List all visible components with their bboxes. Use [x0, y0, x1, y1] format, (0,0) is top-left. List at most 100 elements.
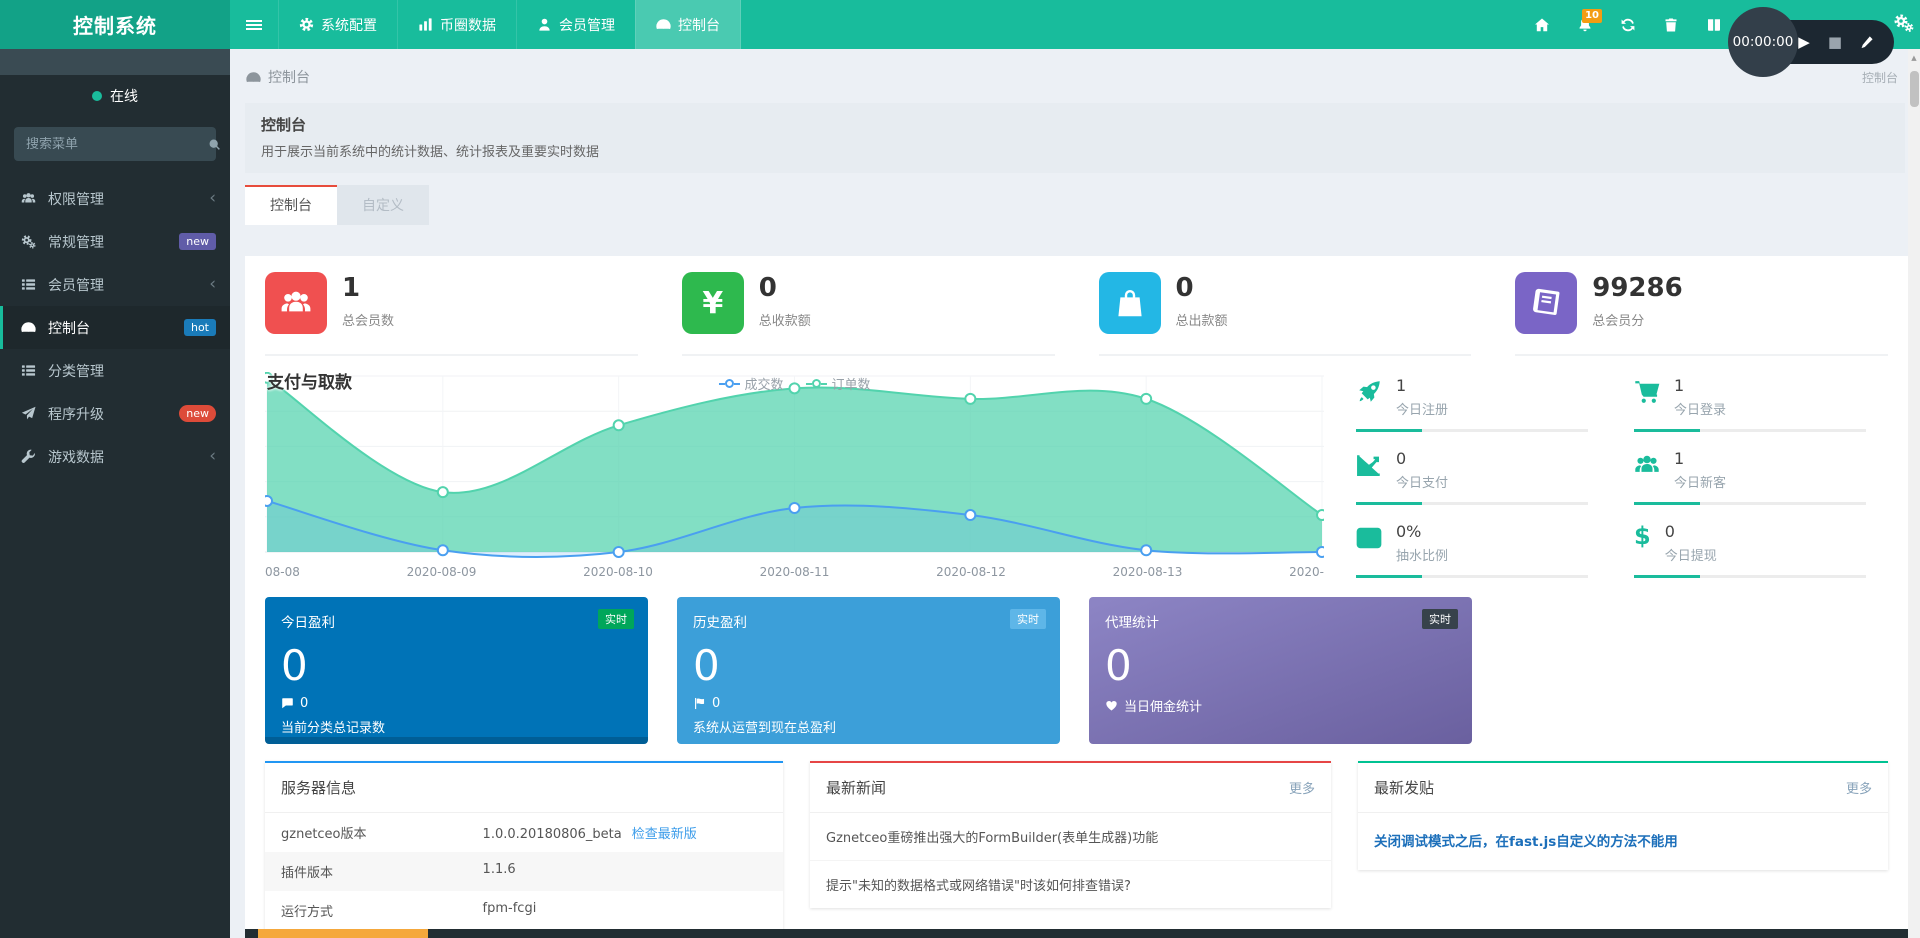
stat-card-total-paid: 0 总出款额 [1099, 272, 1472, 356]
gears-icon [20, 234, 37, 249]
trash-icon[interactable] [1663, 17, 1679, 33]
legend-item[interactable]: 订单数 [806, 374, 871, 393]
chart-title: 支付与取款 [267, 368, 352, 393]
server-info-panel: 服务器信息 gznetceo版本 1.0.0.20180806_beta检查最新… [265, 761, 783, 938]
mini-stats-grid: 1今日注册 1 今日登录 0今日支付 [1356, 372, 1888, 584]
stat-label: 总出款额 [1176, 310, 1228, 329]
nav-item-member-mgmt[interactable]: 会员管理 [516, 0, 635, 49]
bell-icon[interactable]: 10 [1577, 17, 1593, 33]
sidebar-item-permissions[interactable]: 权限管理 ‹ [0, 177, 230, 220]
nav-item-label: 系统配置 [321, 15, 377, 35]
online-dot-icon [92, 91, 102, 101]
news-item[interactable]: Gznetceo重磅推出强大的FormBuilder(表单生成器)功能 [810, 813, 1331, 861]
stop-icon[interactable]: ■ [1828, 33, 1842, 51]
latest-posts-panel: 最新发贴 更多 关闭调试模式之后，在fast.js自定义的方法不能用 [1358, 761, 1888, 870]
bottom-orange-segment [258, 929, 428, 938]
sidebar-header-strip [0, 49, 230, 75]
timer-display[interactable]: 00:00:00 [1728, 7, 1798, 77]
cart-icon [1634, 379, 1660, 405]
search-icon[interactable] [208, 138, 232, 151]
latest-news-panel: 最新新闻 更多 Gznetceo重磅推出强大的FormBuilder(表单生成器… [810, 761, 1331, 908]
panel-today-profit: 今日盈利 实时 0 0 当前分类总记录数 [265, 597, 648, 744]
breadcrumb[interactable]: 控制台 [246, 67, 310, 87]
mini-stat-value: 0 [1665, 522, 1717, 541]
mini-stat-registered-today: 1今日注册 [1356, 372, 1610, 432]
stat-value: 99286 [1592, 274, 1682, 303]
top-navbar: 控制系统 系统配置 币圈数据 会员管理 控制台 10 [0, 0, 1920, 49]
panel-sub-value: 0 [300, 696, 308, 711]
chart-and-stats-row: 支付与取款 成交数订单数 08-082020-08-092020-08-1020… [245, 356, 1908, 584]
x-axis-tick-label: 2020-08-12 [936, 565, 1006, 579]
dollar-icon: $ [1634, 524, 1651, 548]
sidebar-item-game-data[interactable]: 游戏数据 ‹ [0, 435, 230, 478]
panel-title: 历史盈利 [693, 611, 1044, 631]
refresh-icon[interactable] [1620, 17, 1636, 33]
payments-chart-svg [265, 372, 1324, 558]
sidebar-item-label: 控制台 [48, 318, 184, 338]
scrollbar-thumb[interactable] [1910, 71, 1919, 107]
sidebar-toggle-button[interactable] [230, 0, 278, 49]
panel-title: 代理统计 [1105, 611, 1456, 631]
play-icon[interactable]: ▶ [1798, 33, 1810, 51]
book-icon[interactable] [1706, 17, 1722, 33]
mini-stat-value: 1 [1396, 376, 1448, 395]
new-badge: new [179, 233, 216, 250]
scroll-up-arrow-icon[interactable]: ▲ [1908, 49, 1920, 62]
sidebar-item-label: 程序升级 [48, 404, 179, 424]
more-link[interactable]: 更多 [1289, 778, 1315, 797]
search-input[interactable] [14, 137, 208, 152]
mini-stat-label: 抽水比例 [1396, 545, 1448, 564]
more-link[interactable]: 更多 [1846, 778, 1872, 797]
sidebar-item-general[interactable]: 常规管理 new [0, 220, 230, 263]
stat-card-total-members: 1 总会员数 [265, 272, 638, 356]
check-latest-link[interactable]: 检查最新版 [632, 827, 697, 842]
legend-item[interactable]: 成交数 [718, 374, 783, 393]
chart-line-icon [1356, 452, 1382, 478]
page-header: 控制台 用于展示当前系统中的统计数据、统计报表及重要实时数据 [245, 103, 1905, 173]
panel-sub-value: 0 [712, 696, 720, 711]
sidebar-item-dashboard[interactable]: 控制台 hot [0, 306, 230, 349]
sidebar-item-members[interactable]: 会员管理 ‹ [0, 263, 230, 306]
x-axis-tick-label: 2020-08-14 [1289, 565, 1324, 579]
x-axis-tick-label: 2020-08-13 [1113, 565, 1183, 579]
sidebar-item-categories[interactable]: 分类管理 [0, 349, 230, 392]
home-icon[interactable] [1534, 17, 1550, 33]
app-title: 控制系统 [0, 0, 230, 49]
content-area: 控制台 控制台 控制台 用于展示当前系统中的统计数据、统计报表及重要实时数据 控… [230, 49, 1920, 938]
stat-label: 总收款额 [759, 310, 811, 329]
sidebar-item-upgrade[interactable]: 程序升级 new [0, 392, 230, 435]
tab-bar: 控制台 自定义 [245, 185, 1905, 225]
online-status-label: 在线 [110, 86, 138, 106]
tab-dashboard[interactable]: 控制台 [245, 185, 337, 225]
vertical-scrollbar[interactable]: ▲ [1908, 49, 1920, 938]
panel-title: 最新新闻 [826, 777, 886, 798]
realtime-badge: 实时 [1422, 609, 1458, 629]
mini-stat-value: 1 [1674, 449, 1726, 468]
mini-stat-label: 今日提现 [1665, 545, 1717, 564]
nav-item-system-config[interactable]: 系统配置 [278, 0, 397, 49]
book-icon [1515, 272, 1577, 334]
mini-stat-label: 今日登录 [1674, 399, 1726, 418]
new-badge: new [179, 405, 216, 422]
users-icon [265, 272, 327, 334]
yen-icon: ¥ [682, 272, 744, 334]
stat-cards-row: 1 总会员数 ¥ 0 总收款额 0 总出款额 [245, 256, 1908, 356]
flag-icon [693, 697, 706, 710]
payments-chart[interactable]: 支付与取款 成交数订单数 08-082020-08-092020-08-1020… [265, 372, 1324, 584]
post-link[interactable]: 关闭调试模式之后，在fast.js自定义的方法不能用 [1358, 813, 1888, 870]
heart-icon [1105, 699, 1118, 712]
tab-custom[interactable]: 自定义 [337, 185, 429, 225]
settings-gears-icon[interactable] [1894, 13, 1914, 33]
x-axis-tick-label: 2020-08-09 [407, 565, 477, 579]
bar-chart-icon [418, 17, 433, 32]
panel-sub-label: 当前分类总记录数 [281, 717, 632, 736]
panel-sub-label: 系统从运营到现在总盈利 [693, 717, 1044, 736]
nav-item-dashboard[interactable]: 控制台 [635, 0, 741, 49]
table-row: gznetceo版本 1.0.0.20180806_beta检查最新版 [265, 813, 783, 852]
nav-item-coin-data[interactable]: 币圈数据 [397, 0, 516, 49]
sidebar-item-label: 游戏数据 [48, 447, 209, 467]
mini-stat-pay-today: 0今日支付 [1356, 445, 1610, 505]
pencil-icon[interactable] [1860, 35, 1874, 49]
news-item[interactable]: 提示"未知的数据格式或网络错误"时该如何排查错误? [810, 861, 1331, 908]
breadcrumb-label: 控制台 [268, 67, 310, 87]
